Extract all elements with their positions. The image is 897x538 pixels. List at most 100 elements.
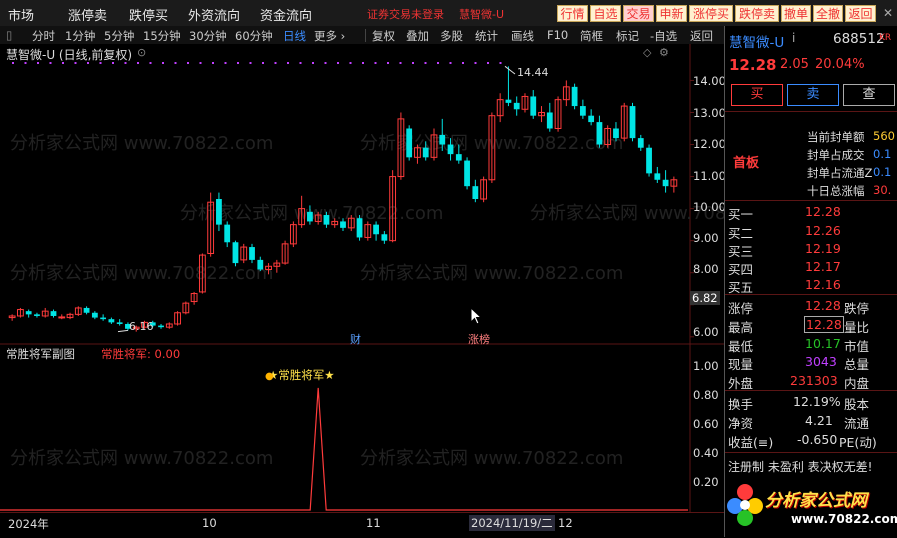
period-5min[interactable]: 5分钟	[104, 28, 134, 44]
new-share-button[interactable]: 申新	[656, 5, 687, 22]
candle-body	[91, 312, 98, 318]
mouse-cursor-icon	[470, 307, 483, 325]
header-dot	[262, 62, 264, 64]
finance-marker[interactable]: 财	[350, 331, 361, 347]
query-button[interactable]: 查	[843, 84, 895, 106]
tool-mark[interactable]: 标记	[616, 28, 639, 44]
chart-settings-icon[interactable]: ▯	[6, 28, 12, 42]
candle-body	[50, 311, 57, 316]
period-15min[interactable]: 15分钟	[143, 28, 181, 44]
stat-value: 12.28	[804, 316, 844, 333]
header-dot	[337, 62, 339, 64]
period-more[interactable]: 更多 ›	[314, 28, 345, 44]
header-dot	[437, 62, 439, 64]
y-tick: 6.00	[693, 325, 719, 339]
cursor-date-label: 2024/11/19/二	[469, 515, 555, 531]
menu-item-limit-down-buy[interactable]: 跌停买	[129, 5, 168, 24]
header-dot	[187, 62, 189, 64]
stat-value: 12.28	[805, 298, 841, 313]
chart-gear-icon[interactable]: ⚙	[659, 46, 669, 59]
bid-price[interactable]: 12.17	[805, 259, 841, 274]
tool-overlay[interactable]: 叠加	[406, 28, 429, 44]
stat-label: 最低	[728, 339, 754, 354]
cancel-all-button[interactable]: 全撤	[813, 5, 843, 22]
tool-f10[interactable]: F10	[547, 28, 568, 42]
menu-item-limit-up-sell[interactable]: 涨停卖	[68, 5, 107, 24]
bid-label: 买二	[728, 226, 754, 241]
limit-tag: 首板	[733, 156, 760, 171]
header-dot	[499, 62, 502, 64]
bid-price[interactable]: 12.19	[805, 241, 841, 256]
candle-body	[422, 147, 429, 158]
tool-draw-line[interactable]: 画线	[511, 28, 534, 44]
finance-value: 4.21	[805, 413, 833, 428]
header-dot	[449, 62, 452, 64]
tool-back[interactable]: 返回	[690, 28, 713, 44]
quote-panel: 慧智微-U i 688512 KR 12.28 2.05 20.04% 买 卖 …	[724, 26, 897, 537]
candle-body	[224, 224, 231, 243]
candle-body	[323, 215, 330, 225]
y-tick: 13.00	[693, 106, 726, 120]
panel-stock-code: 688512	[833, 31, 885, 47]
y-tick: 9.00	[693, 231, 719, 245]
sub-y-tick: 0.40	[693, 446, 719, 460]
chart-menu-icon[interactable]: ⊙	[137, 46, 146, 59]
stat-label: 涨停	[728, 301, 754, 316]
header-dot	[287, 62, 289, 64]
tool-multi-stock[interactable]: 多股	[440, 28, 463, 44]
kline-chart[interactable]: 分析家公式网 www.70822.com 分析家公式网 www.70822.com…	[0, 44, 724, 512]
candle-body	[356, 218, 363, 238]
period-intraday[interactable]: 分时	[32, 28, 55, 44]
finance-label: 换手	[728, 397, 754, 412]
tool-remove-watchlist[interactable]: -自选	[650, 28, 677, 44]
period-daily[interactable]: 日线	[283, 28, 306, 44]
finance-label: PE(动)	[839, 435, 877, 450]
candle-body	[307, 211, 313, 222]
stat-label: 现量	[728, 357, 754, 372]
candle-body	[546, 112, 553, 129]
menu-item-capital-flow[interactable]: 资金流向	[260, 5, 312, 24]
candle-body	[83, 307, 90, 313]
tool-statistics[interactable]: 统计	[475, 28, 498, 44]
period-1min[interactable]: 1分钟	[65, 28, 95, 44]
bid-price[interactable]: 12.16	[805, 277, 841, 292]
menu-item-market[interactable]: 市场	[8, 5, 34, 24]
back-button[interactable]: 返回	[845, 5, 876, 22]
bid-price[interactable]: 12.26	[805, 223, 841, 238]
watchlist-button[interactable]: 自选	[590, 5, 621, 22]
tool-simple-frame[interactable]: 简框	[580, 28, 603, 44]
limit-list-marker[interactable]: 涨榜	[468, 331, 490, 347]
tool-restore-rights[interactable]: 复权	[372, 28, 395, 44]
bid-price[interactable]: 12.28	[805, 204, 841, 219]
watermark-text: 分析家公式网 www.70822.com	[360, 263, 623, 284]
header-dot	[462, 62, 464, 64]
chart-diamond-icon[interactable]: ◇	[643, 46, 651, 59]
candle-body	[100, 317, 107, 320]
candle-body	[637, 138, 644, 148]
header-dot	[474, 62, 477, 64]
menu-item-foreign-flow[interactable]: 外资流向	[188, 5, 240, 24]
close-icon[interactable]: ✕	[883, 6, 893, 20]
limit-down-sell-button[interactable]: 跌停卖	[735, 5, 779, 22]
candle-body	[613, 128, 619, 139]
limit-up-buy-button[interactable]: 涨停买	[689, 5, 733, 22]
candle-body	[34, 314, 40, 316]
pinwheel-logo-icon	[727, 484, 763, 526]
candle-body	[579, 106, 586, 116]
sub-chart-title: 常胜将军副图	[6, 347, 75, 361]
trade-button[interactable]: 交易	[623, 5, 654, 22]
panel-price: 12.28	[729, 56, 777, 74]
period-30min[interactable]: 30分钟	[189, 28, 227, 44]
period-60min[interactable]: 60分钟	[235, 28, 273, 44]
max-price-label: 14.44	[517, 66, 549, 79]
cancel-order-button[interactable]: 撤单	[781, 5, 811, 22]
watermark-text: 分析家公式网 www.70822.com	[10, 263, 273, 284]
header-dot	[137, 62, 139, 64]
candle-body	[406, 128, 413, 158]
buy-button[interactable]: 买	[731, 84, 783, 106]
stat-label: 总量	[844, 357, 870, 372]
candle-body	[472, 186, 479, 199]
quote-button[interactable]: 行情	[557, 5, 588, 22]
header-dot	[349, 62, 352, 64]
sell-button[interactable]: 卖	[787, 84, 839, 106]
